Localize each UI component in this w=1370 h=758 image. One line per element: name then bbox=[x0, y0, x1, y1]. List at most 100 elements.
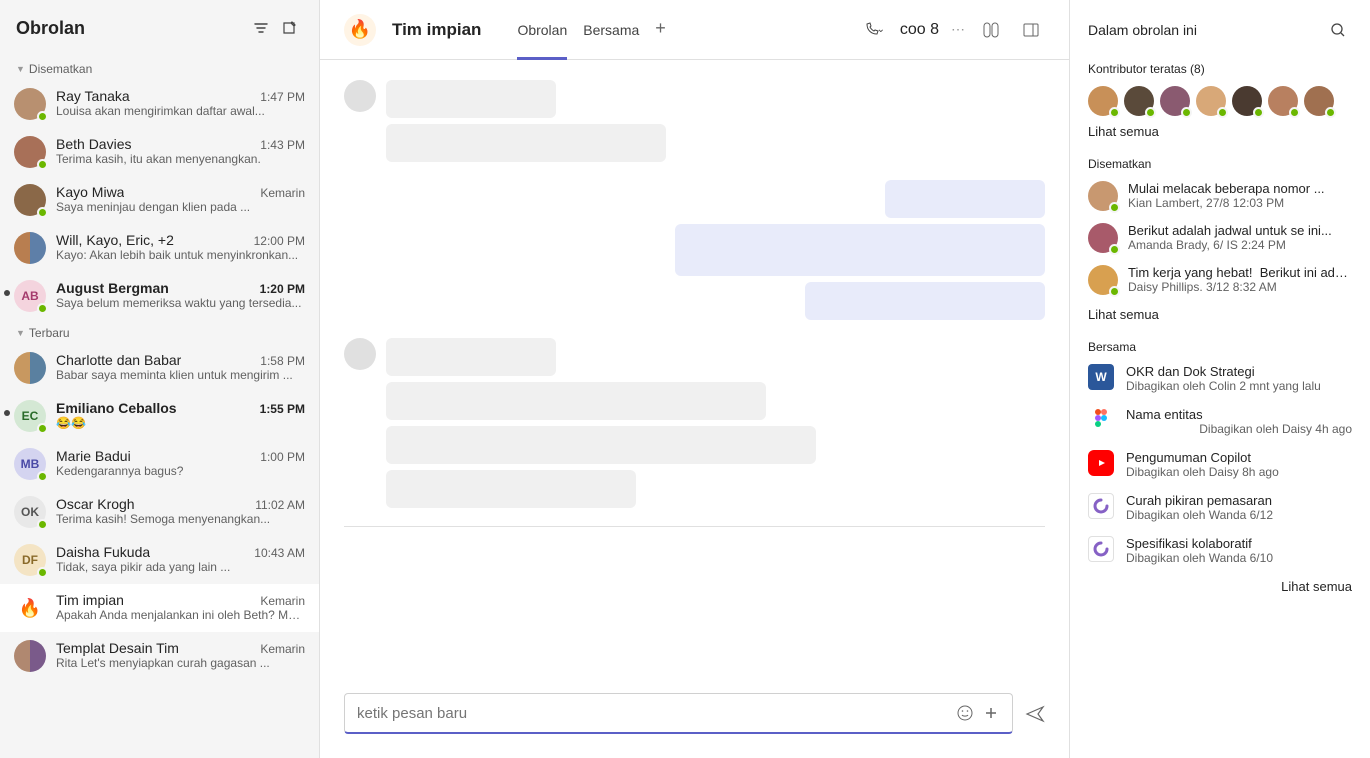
chat-tabs: Obrolan Bersama + bbox=[517, 18, 665, 42]
avatar bbox=[14, 184, 46, 216]
pinned-message[interactable]: Berikut adalah jadwal untuk se ini...Ama… bbox=[1088, 223, 1352, 253]
chat-item[interactable]: MB Marie Badui1:00 PMKedengarannya bagus… bbox=[0, 440, 319, 488]
chat-item[interactable]: Kayo MiwaKemarinSaya meninjau dengan kli… bbox=[0, 176, 319, 224]
chat-avatar-fire-icon: 🔥 bbox=[344, 14, 376, 46]
message-bubble[interactable] bbox=[805, 282, 1045, 320]
pinned-message[interactable]: Mulai melacak beberapa nomor ...Kian Lam… bbox=[1088, 181, 1352, 211]
contributor-avatar[interactable] bbox=[1196, 86, 1226, 116]
contributor-avatar[interactable] bbox=[1088, 86, 1118, 116]
call-icon[interactable]: ⌄ bbox=[860, 16, 888, 44]
avatar: AB bbox=[14, 280, 46, 312]
chat-item[interactable]: Templat Desain TimKemarinRita Let's meny… bbox=[0, 632, 319, 680]
see-all-pinned[interactable]: Lihat semua bbox=[1088, 307, 1352, 322]
message-group-received bbox=[344, 80, 1045, 162]
new-chat-icon[interactable] bbox=[275, 14, 303, 42]
panel-title: Dalam obrolan ini bbox=[1088, 22, 1324, 38]
shared-file[interactable]: Spesifikasi kolaboratifDibagikan oleh Wa… bbox=[1088, 536, 1352, 565]
chat-main: 🔥 Tim impian Obrolan Bersama + ⌄ coo 8 ⋯ bbox=[320, 0, 1070, 758]
avatar bbox=[14, 352, 46, 384]
message-group-sent bbox=[344, 180, 1045, 320]
message-bubble[interactable] bbox=[386, 470, 636, 508]
contributor-avatar[interactable] bbox=[1304, 86, 1334, 116]
message-input[interactable] bbox=[357, 705, 948, 722]
chat-title: Tim impian bbox=[392, 20, 481, 40]
avatar: OK bbox=[14, 496, 46, 528]
participant-count[interactable]: coo 8 bbox=[900, 21, 939, 39]
copilot-icon[interactable] bbox=[977, 16, 1005, 44]
avatar bbox=[1088, 223, 1118, 253]
avatar bbox=[1088, 265, 1118, 295]
message-group-received bbox=[344, 338, 1045, 508]
message-bubble[interactable] bbox=[386, 80, 556, 118]
contributor-avatar[interactable] bbox=[1124, 86, 1154, 116]
chat-item[interactable]: Ray Tanaka1:47 PMLouisa akan mengirimkan… bbox=[0, 80, 319, 128]
panel-header: Dalam obrolan ini bbox=[1088, 16, 1352, 44]
loop-icon bbox=[1088, 493, 1114, 519]
contributor-avatar[interactable] bbox=[1160, 86, 1190, 116]
avatar: EC bbox=[14, 400, 46, 432]
unread-dot bbox=[4, 410, 10, 416]
chat-list-sidebar: Obrolan ▼Disematkan Ray Tanaka1:47 PMLou… bbox=[0, 0, 320, 758]
message-avatar bbox=[344, 80, 376, 112]
panel-toggle-icon[interactable] bbox=[1017, 16, 1045, 44]
search-icon[interactable] bbox=[1324, 16, 1352, 44]
chat-item[interactable]: DF Daisha Fukuda10:43 AMTidak, saya piki… bbox=[0, 536, 319, 584]
section-recent[interactable]: ▼Terbaru bbox=[0, 320, 319, 344]
emoji-icon[interactable] bbox=[956, 704, 974, 722]
unread-dot bbox=[4, 290, 10, 296]
compose-area bbox=[320, 681, 1069, 758]
message-bubble[interactable] bbox=[386, 338, 556, 376]
message-bubble[interactable] bbox=[386, 382, 766, 420]
message-avatar bbox=[344, 338, 376, 370]
see-all-shared[interactable]: Lihat semua bbox=[1088, 579, 1352, 594]
see-all-contributors[interactable]: Lihat semua bbox=[1088, 124, 1352, 139]
avatar bbox=[14, 232, 46, 264]
chat-item[interactable]: Charlotte dan Babar1:58 PMBabar saya mem… bbox=[0, 344, 319, 392]
avatar bbox=[14, 88, 46, 120]
shared-file[interactable]: Nama entitasDibagikan oleh Daisy 4h ago bbox=[1088, 407, 1352, 436]
chat-item[interactable]: Will, Kayo, Eric, +212:00 PMKayo: Akan l… bbox=[0, 224, 319, 272]
send-icon[interactable] bbox=[1025, 704, 1045, 724]
compose-box[interactable] bbox=[344, 693, 1013, 734]
section-pinned[interactable]: ▼Disematkan bbox=[0, 56, 319, 80]
message-bubble[interactable] bbox=[386, 124, 666, 162]
chat-header: 🔥 Tim impian Obrolan Bersama + ⌄ coo 8 ⋯ bbox=[320, 0, 1069, 60]
shared-label: Bersama bbox=[1088, 340, 1352, 354]
attach-icon[interactable] bbox=[982, 704, 1000, 722]
contributor-avatar[interactable] bbox=[1268, 86, 1298, 116]
message-bubble[interactable] bbox=[675, 224, 1045, 276]
message-bubble[interactable] bbox=[885, 180, 1045, 218]
message-list bbox=[320, 60, 1069, 681]
avatar bbox=[14, 136, 46, 168]
tab-chat[interactable]: Obrolan bbox=[517, 18, 567, 42]
add-tab-icon[interactable]: + bbox=[655, 18, 666, 42]
figma-icon bbox=[1088, 407, 1114, 433]
word-icon: W bbox=[1088, 364, 1114, 390]
sidebar-header: Obrolan bbox=[0, 0, 319, 56]
avatar-fire-icon: 🔥 bbox=[14, 592, 46, 624]
chat-item[interactable]: Beth Davies1:43 PMTerima kasih, itu akan… bbox=[0, 128, 319, 176]
pinned-label: Disematkan bbox=[1088, 157, 1352, 171]
shared-file[interactable]: Curah pikiran pemasaranDibagikan oleh Wa… bbox=[1088, 493, 1352, 522]
chat-item[interactable]: AB August Bergman1:20 PMSaya belum memer… bbox=[0, 272, 319, 320]
message-bubble[interactable] bbox=[386, 426, 816, 464]
avatar bbox=[1088, 181, 1118, 211]
shared-file[interactable]: W OKR dan Dok StrategiDibagikan oleh Col… bbox=[1088, 364, 1352, 393]
youtube-icon bbox=[1088, 450, 1114, 476]
contributors-label: Kontributor teratas (8) bbox=[1088, 62, 1352, 76]
shared-file[interactable]: Pengumuman CopilotDibagikan oleh Daisy 8… bbox=[1088, 450, 1352, 479]
avatar: DF bbox=[14, 544, 46, 576]
message-divider bbox=[344, 526, 1045, 527]
chat-item[interactable]: OK Oscar Krogh11:02 AMTerima kasih! Semo… bbox=[0, 488, 319, 536]
avatar bbox=[14, 640, 46, 672]
tab-shared[interactable]: Bersama bbox=[583, 18, 639, 42]
sidebar-title: Obrolan bbox=[16, 18, 247, 39]
avatar: MB bbox=[14, 448, 46, 480]
chat-item[interactable]: EC Emiliano Ceballos1:55 PM😂😂 bbox=[0, 392, 319, 440]
chat-item-active[interactable]: 🔥 Tim impianKemarinApakah Anda menjalank… bbox=[0, 584, 319, 632]
filter-icon[interactable] bbox=[247, 14, 275, 42]
contributor-avatar[interactable] bbox=[1232, 86, 1262, 116]
loop-icon bbox=[1088, 536, 1114, 562]
pinned-message[interactable]: Tim kerja yang hebat! Berikut ini adalah… bbox=[1088, 265, 1352, 295]
contributor-avatars bbox=[1088, 86, 1352, 116]
